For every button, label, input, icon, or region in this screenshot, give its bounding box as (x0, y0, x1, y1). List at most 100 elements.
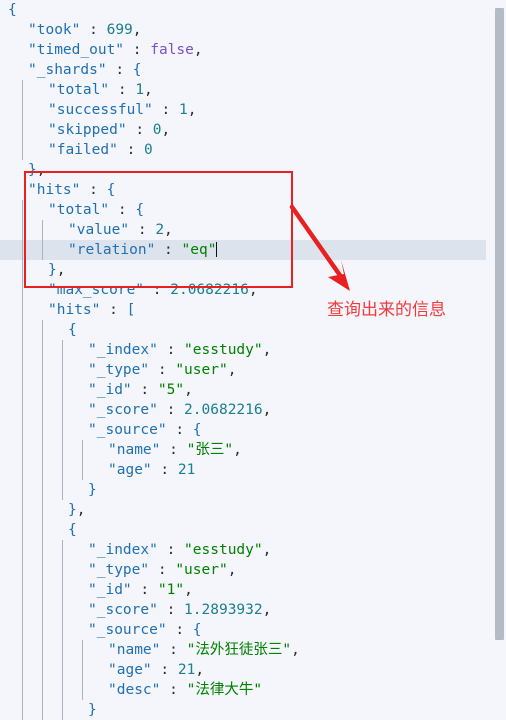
code-line-text: "_type" : "user", (88, 562, 237, 578)
code-line-text: "relation" : "eq" (68, 242, 218, 258)
code-line-text: "_id" : "5", (88, 382, 193, 398)
code-line-text: "successful" : 1, (48, 102, 197, 118)
indent-guide (62, 400, 63, 420)
code-line-text: } (88, 702, 97, 718)
code-line[interactable]: "_id" : "5", (0, 380, 486, 400)
indent-guide (42, 520, 43, 540)
code-line-text: "skipped" : 0, (48, 122, 171, 138)
indent-guide (22, 500, 23, 520)
code-line[interactable]: "_type" : "user", (0, 360, 486, 380)
indent-guide (42, 240, 43, 260)
code-line[interactable]: "total" : { (0, 200, 486, 220)
indent-guide (62, 620, 63, 640)
code-line[interactable]: "_score" : 1.2893932, (0, 600, 486, 620)
indent-guide (42, 440, 43, 460)
indent-guide (42, 540, 43, 560)
code-line[interactable]: "age" : 21, (0, 660, 486, 680)
annotation-label: 查询出来的信息 (327, 300, 446, 320)
vertical-scrollbar-track[interactable] (492, 0, 506, 720)
code-line[interactable]: }, (0, 500, 486, 520)
indent-guide (22, 260, 23, 280)
code-line[interactable]: "name" : "张三", (0, 440, 486, 460)
indent-guide (42, 500, 43, 520)
code-line-text: "_index" : "esstudy", (88, 542, 272, 558)
code-line[interactable]: "successful" : 1, (0, 100, 486, 120)
indent-guide (82, 440, 83, 460)
indent-guide (42, 380, 43, 400)
code-line-text: "timed_out" : false, (28, 42, 203, 58)
indent-guide (62, 560, 63, 580)
indent-guide (42, 680, 43, 700)
code-line[interactable]: "name" : "法外狂徒张三", (0, 640, 486, 660)
code-line-text: "_source" : { (88, 622, 202, 638)
code-line[interactable]: "_index" : "esstudy", (0, 540, 486, 560)
indent-guide (42, 600, 43, 620)
code-line-text: }, (28, 162, 46, 178)
indent-guide (22, 640, 23, 660)
code-line-text: "total" : { (48, 202, 145, 218)
indent-guide (22, 440, 23, 460)
indent-guide (62, 340, 63, 360)
code-line[interactable]: "max_score" : 2.0682216, (0, 280, 486, 300)
code-line[interactable]: "skipped" : 0, (0, 120, 486, 140)
indent-guide (62, 680, 63, 700)
code-line[interactable]: "value" : 2, (0, 220, 486, 240)
indent-guide (82, 460, 83, 480)
code-line-text: }, (48, 262, 66, 278)
code-line[interactable]: "age" : 21 (0, 460, 486, 480)
code-line[interactable]: { (0, 320, 486, 340)
code-line-text: "failed" : 0 (48, 142, 153, 158)
indent-guide (22, 620, 23, 640)
indent-guide (22, 680, 23, 700)
indent-guide (62, 660, 63, 680)
indent-guide (22, 540, 23, 560)
code-line[interactable]: "relation" : "eq" (0, 240, 486, 260)
code-line-text: }, (68, 502, 86, 518)
code-line[interactable]: "total" : 1, (0, 80, 486, 100)
code-line-text: "took" : 699, (28, 22, 142, 38)
code-line[interactable]: "_shards" : { (0, 60, 486, 80)
code-line[interactable]: }, (0, 160, 486, 180)
code-line[interactable]: "hits" : { (0, 180, 486, 200)
code-line[interactable]: "_type" : "user", (0, 560, 486, 580)
code-line[interactable]: "_id" : "1", (0, 580, 486, 600)
indent-guide (42, 220, 43, 240)
indent-guide (42, 660, 43, 680)
code-line[interactable]: } (0, 700, 486, 720)
vertical-scrollbar-thumb[interactable] (495, 8, 504, 640)
indent-guide (22, 400, 23, 420)
code-line-text: { (68, 522, 77, 538)
indent-guide (62, 380, 63, 400)
indent-guide (62, 360, 63, 380)
code-editor-content[interactable]: { "took" : 699, "timed_out" : false, "_shar… (0, 0, 486, 720)
indent-guide (82, 660, 83, 680)
code-line[interactable]: { (0, 520, 486, 540)
code-line[interactable]: "_index" : "esstudy", (0, 340, 486, 360)
indent-guide (42, 320, 43, 340)
indent-guide (22, 100, 23, 120)
code-line[interactable]: "_source" : { (0, 620, 486, 640)
code-line-text: "value" : 2, (68, 222, 173, 238)
code-line[interactable]: }, (0, 260, 486, 280)
indent-guide (82, 640, 83, 660)
indent-guide (42, 560, 43, 580)
code-line[interactable]: "_source" : { (0, 420, 486, 440)
indent-guide (22, 80, 23, 100)
code-line-text: "hits" : [ (48, 302, 136, 318)
code-line[interactable]: "_score" : 2.0682216, (0, 400, 486, 420)
indent-guide (62, 700, 63, 720)
code-line[interactable]: { (0, 0, 486, 20)
code-line[interactable]: "failed" : 0 (0, 140, 486, 160)
code-line-text: "name" : "法外狂徒张三", (108, 642, 300, 658)
indent-guide (42, 340, 43, 360)
code-line-text: "age" : 21, (108, 662, 205, 678)
indent-guide (42, 700, 43, 720)
code-line[interactable]: "timed_out" : false, (0, 40, 486, 60)
indent-guide (62, 440, 63, 460)
code-line[interactable]: } (0, 480, 486, 500)
json-response-viewer: { "took" : 699, "timed_out" : false, "_shar… (0, 0, 506, 720)
indent-guide (22, 200, 23, 220)
code-line[interactable]: "desc" : "法律大牛" (0, 680, 486, 700)
code-line[interactable]: "took" : 699, (0, 20, 486, 40)
text-caret (216, 242, 218, 257)
